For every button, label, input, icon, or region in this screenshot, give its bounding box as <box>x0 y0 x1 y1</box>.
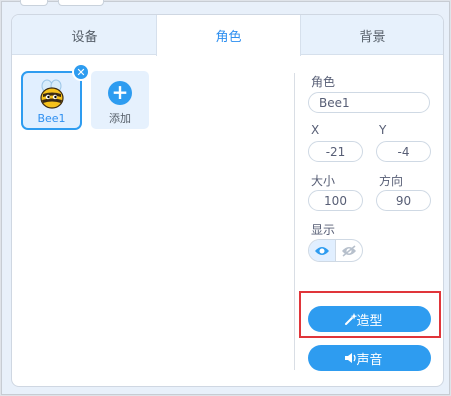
delete-sprite-button[interactable]: ✕ <box>72 63 90 81</box>
tab-sprite[interactable]: 角色 <box>156 15 301 56</box>
sprite-card-bee1[interactable]: Bee1 ✕ <box>21 63 90 130</box>
divider <box>294 73 295 370</box>
visibility-toggle <box>308 239 363 262</box>
direction-field[interactable]: 90 <box>376 190 431 211</box>
close-icon: ✕ <box>76 65 86 79</box>
tab-bar: 设备 角色 背景 <box>12 15 443 56</box>
size-field[interactable]: 100 <box>308 190 363 211</box>
sprite-panel: 设备 角色 背景 Bee1 ✕ + 添加 角色 Bee1 X Y -21 -4 … <box>11 14 444 387</box>
bee-icon <box>40 79 64 109</box>
show-label: 显示 <box>311 223 336 237</box>
add-sprite-label: 添加 <box>109 112 131 125</box>
eye-icon <box>315 246 329 255</box>
eye-off-icon <box>342 244 356 257</box>
tab-device[interactable]: 设备 <box>12 15 157 55</box>
tab-backdrop[interactable]: 背景 <box>300 15 443 55</box>
y-field[interactable]: -4 <box>376 141 431 162</box>
sound-button[interactable]: 声音 <box>308 345 431 371</box>
role-label: 角色 <box>311 75 336 89</box>
y-label: Y <box>379 123 387 137</box>
hide-button[interactable] <box>335 240 362 261</box>
x-field[interactable]: -21 <box>308 141 363 162</box>
speaker-icon <box>345 353 356 363</box>
window-frame: 设备 角色 背景 Bee1 ✕ + 添加 角色 Bee1 X Y -21 -4 … <box>1 0 450 395</box>
sprite-name-label: Bee1 <box>37 112 66 125</box>
highlight-box <box>299 291 441 338</box>
sound-label: 声音 <box>356 352 383 368</box>
direction-label: 方向 <box>379 174 404 188</box>
size-label: 大小 <box>311 174 336 188</box>
sprite-name-field[interactable]: Bee1 <box>308 92 430 113</box>
show-button[interactable] <box>309 240 335 261</box>
x-label: X <box>311 123 320 137</box>
plus-icon: + <box>108 81 132 105</box>
add-sprite-button[interactable]: + 添加 <box>91 71 149 129</box>
